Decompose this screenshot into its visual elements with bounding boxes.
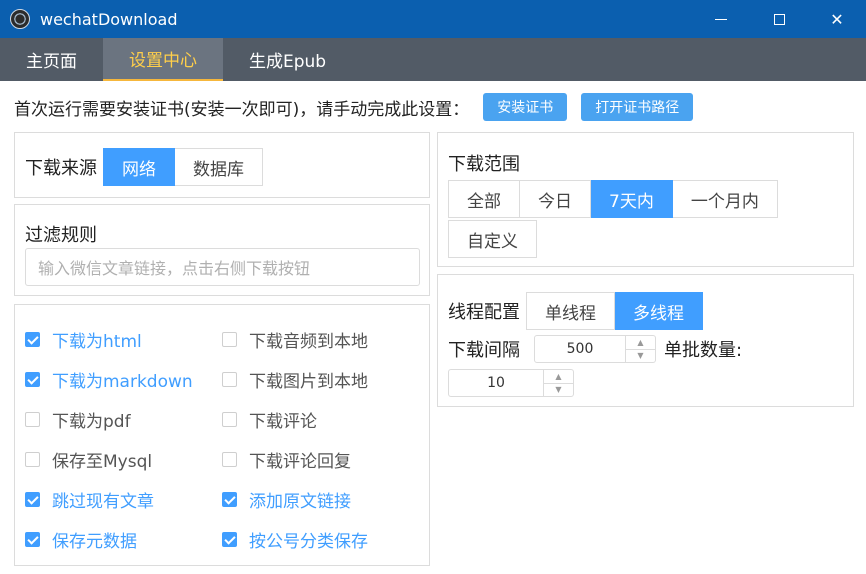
close-button[interactable]: ✕ — [808, 0, 866, 38]
interval-label: 下载间隔 — [448, 340, 520, 361]
close-icon: ✕ — [830, 9, 844, 29]
install-cert-button[interactable]: 安装证书 — [483, 93, 568, 121]
range-label: 下载范围 — [448, 154, 520, 175]
option-download-html[interactable]: 下载为html — [25, 327, 142, 352]
batch-label: 单批数量: — [664, 340, 743, 361]
option-download-pdf[interactable]: 下载为pdf — [25, 407, 131, 432]
thread-panel: 线程配置 单线程 多线程 下载间隔 500 ▲ ▼ 单批数量: 10 ▲ ▼ — [437, 274, 854, 407]
checkbox — [25, 532, 40, 547]
source-option-network[interactable]: 网络 — [103, 148, 175, 186]
tab-settings[interactable]: 设置中心 — [103, 38, 223, 81]
range-option-month[interactable]: 一个月内 — [672, 180, 778, 218]
checkbox — [25, 452, 40, 467]
chevron-down-icon[interactable]: ▼ — [544, 384, 573, 397]
window-title: wechatDownload — [40, 9, 178, 29]
chevron-up-icon[interactable]: ▲ — [626, 336, 655, 350]
option-download-images[interactable]: 下载图片到本地 — [222, 367, 368, 392]
range-selector-row2: 自定义 — [448, 220, 537, 258]
option-download-comments[interactable]: 下载评论 — [222, 407, 317, 432]
option-save-metadata[interactable]: 保存元数据 — [25, 527, 137, 552]
checkbox — [25, 332, 40, 347]
source-selector: 网络 数据库 — [103, 148, 263, 186]
range-option-7days[interactable]: 7天内 — [591, 180, 673, 218]
tab-bar: 主页面 设置中心 生成Epub — [0, 38, 866, 81]
minimize-icon — [715, 18, 727, 20]
filter-label: 过滤规则 — [25, 225, 97, 246]
range-option-today[interactable]: 今日 — [520, 180, 591, 218]
option-group-by-account[interactable]: 按公号分类保存 — [222, 527, 368, 552]
cert-row: 首次运行需要安装证书(安装一次即可)，请手动完成此设置： 安装证书 打开证书路径 — [14, 93, 694, 121]
checkbox — [222, 372, 237, 387]
filter-input[interactable]: 输入微信文章链接，点击右侧下载按钮 — [25, 248, 420, 286]
app-logo-icon — [10, 9, 30, 29]
batch-stepper[interactable]: 10 ▲ ▼ — [448, 369, 574, 397]
checkbox — [25, 492, 40, 507]
range-selector: 全部 今日 7天内 一个月内 — [448, 180, 778, 218]
thread-option-multi[interactable]: 多线程 — [615, 292, 703, 330]
thread-option-single[interactable]: 单线程 — [526, 292, 615, 330]
cert-instruction: 首次运行需要安装证书(安装一次即可)，请手动完成此设置： — [14, 99, 470, 120]
checkbox — [25, 372, 40, 387]
filter-panel: 过滤规则 输入微信文章链接，点击右侧下载按钮 — [14, 204, 430, 296]
range-option-all[interactable]: 全部 — [448, 180, 520, 218]
interval-stepper[interactable]: 500 ▲ ▼ — [534, 335, 656, 363]
checkbox — [222, 452, 237, 467]
option-add-source-link[interactable]: 添加原文链接 — [222, 487, 351, 512]
thread-label: 线程配置 — [448, 302, 520, 323]
interval-value[interactable]: 500 — [535, 336, 625, 362]
minimize-button[interactable] — [692, 0, 750, 38]
thread-selector: 单线程 多线程 — [526, 292, 703, 330]
title-bar: wechatDownload ✕ — [0, 0, 866, 38]
chevron-up-icon[interactable]: ▲ — [544, 370, 573, 384]
chevron-down-icon[interactable]: ▼ — [626, 350, 655, 363]
range-option-custom[interactable]: 自定义 — [448, 220, 537, 258]
option-download-comment-replies[interactable]: 下载评论回复 — [222, 447, 351, 472]
source-panel: 下载来源 网络 数据库 — [14, 132, 430, 198]
option-download-markdown[interactable]: 下载为markdown — [25, 367, 193, 392]
options-panel: 下载为html 下载音频到本地 下载为markdown 下载图片到本地 下载为p… — [14, 304, 430, 566]
option-skip-existing[interactable]: 跳过现有文章 — [25, 487, 154, 512]
tab-epub[interactable]: 生成Epub — [223, 38, 352, 81]
maximize-button[interactable] — [750, 0, 808, 38]
maximize-icon — [773, 13, 785, 25]
source-option-database[interactable]: 数据库 — [175, 148, 263, 186]
checkbox — [222, 412, 237, 427]
checkbox — [222, 532, 237, 547]
option-save-mysql[interactable]: 保存至Mysql — [25, 447, 152, 472]
checkbox — [25, 412, 40, 427]
window-controls: ✕ — [692, 0, 866, 38]
range-panel: 下载范围 全部 今日 7天内 一个月内 自定义 — [437, 132, 854, 267]
batch-value[interactable]: 10 — [449, 370, 543, 396]
checkbox — [222, 492, 237, 507]
tab-main[interactable]: 主页面 — [0, 38, 103, 81]
checkbox — [222, 332, 237, 347]
option-download-audio[interactable]: 下载音频到本地 — [222, 327, 368, 352]
open-cert-path-button[interactable]: 打开证书路径 — [581, 93, 694, 121]
source-label: 下载来源 — [25, 158, 97, 179]
